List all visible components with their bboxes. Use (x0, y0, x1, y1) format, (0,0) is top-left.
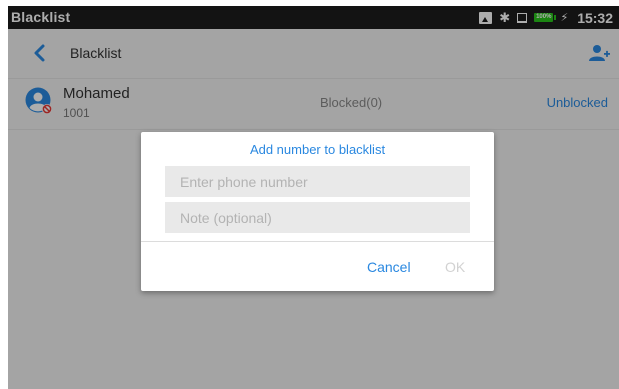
phone-number-input[interactable] (165, 166, 470, 197)
ok-button[interactable]: OK (445, 259, 465, 275)
note-input[interactable] (165, 202, 470, 233)
cancel-button[interactable]: Cancel (367, 259, 411, 275)
blacklist-screen: Blacklist ✱ 100% ⚡ 15:32 Blacklist Moham… (8, 6, 619, 389)
dialog-divider (141, 241, 494, 242)
dialog-title: Add number to blacklist (249, 142, 386, 157)
add-number-dialog: Add number to blacklist Cancel OK (141, 132, 494, 291)
